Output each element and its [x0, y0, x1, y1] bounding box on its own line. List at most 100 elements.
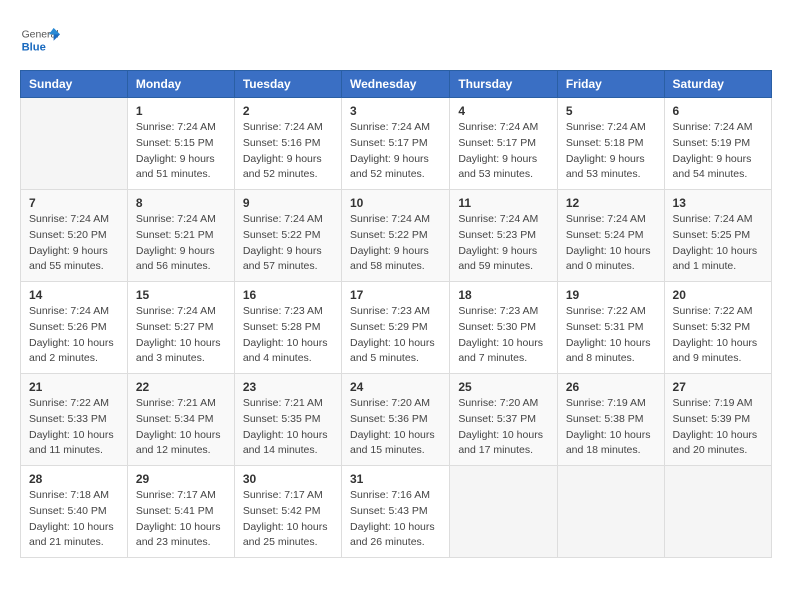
column-header-tuesday: Tuesday: [234, 71, 341, 98]
day-info: Sunrise: 7:24 AMSunset: 5:18 PMDaylight:…: [566, 120, 656, 183]
day-number: 7: [29, 196, 119, 210]
day-info: Sunrise: 7:24 AMSunset: 5:17 PMDaylight:…: [458, 120, 549, 183]
day-number: 21: [29, 380, 119, 394]
week-row-5: 28 Sunrise: 7:18 AMSunset: 5:40 PMDayligh…: [21, 466, 772, 558]
day-cell: 13Sunrise: 7:24 AMSunset: 5:25 PMDayligh…: [664, 190, 771, 282]
day-number: 23: [243, 380, 333, 394]
day-number: 26: [566, 380, 656, 394]
day-number: 17: [350, 288, 441, 302]
day-number: 1: [136, 104, 226, 118]
day-cell: [21, 98, 128, 190]
day-info: Sunrise: 7:21 AMSunset: 5:35 PMDaylight:…: [243, 396, 333, 459]
svg-text:Blue: Blue: [22, 41, 46, 53]
day-cell: 30 Sunrise: 7:17 AMSunset: 5:42 PMDayligh…: [234, 466, 341, 558]
day-number: 3: [350, 104, 441, 118]
day-cell: 8 Sunrise: 7:24 AMSunset: 5:21 PMDaylight…: [127, 190, 234, 282]
column-header-friday: Friday: [557, 71, 664, 98]
day-cell: 3 Sunrise: 7:24 AMSunset: 5:17 PMDaylight…: [341, 98, 449, 190]
column-header-sunday: Sunday: [21, 71, 128, 98]
day-info: Sunrise: 7:23 AMSunset: 5:29 PMDaylight:…: [350, 304, 441, 367]
page-header: General Blue: [20, 20, 772, 60]
day-cell: 27 Sunrise: 7:19 AMSunset: 5:39 PMDayligh…: [664, 374, 771, 466]
day-info: Sunrise: 7:24 AMSunset: 5:27 PMDaylight:…: [136, 304, 226, 367]
day-cell: 26 Sunrise: 7:19 AMSunset: 5:38 PMDayligh…: [557, 374, 664, 466]
column-header-saturday: Saturday: [664, 71, 771, 98]
day-number: 9: [243, 196, 333, 210]
calendar-header-row: SundayMondayTuesdayWednesdayThursdayFrid…: [21, 71, 772, 98]
day-number: 14: [29, 288, 119, 302]
day-info: Sunrise: 7:24 AMSunset: 5:16 PMDaylight:…: [243, 120, 333, 183]
day-cell: 5 Sunrise: 7:24 AMSunset: 5:18 PMDaylight…: [557, 98, 664, 190]
day-number: 12: [566, 196, 656, 210]
day-info: Sunrise: 7:24 AMSunset: 5:22 PMDaylight:…: [243, 212, 333, 275]
day-info: Sunrise: 7:24 AMSunset: 5:15 PMDaylight:…: [136, 120, 226, 183]
day-cell: 29 Sunrise: 7:17 AMSunset: 5:41 PMDayligh…: [127, 466, 234, 558]
day-info: Sunrise: 7:24 AMSunset: 5:22 PMDaylight:…: [350, 212, 441, 275]
day-cell: 7 Sunrise: 7:24 AMSunset: 5:20 PMDaylight…: [21, 190, 128, 282]
day-info: Sunrise: 7:21 AMSunset: 5:34 PMDaylight:…: [136, 396, 226, 459]
day-info: Sunrise: 7:18 AMSunset: 5:40 PMDaylight:…: [29, 488, 119, 551]
day-info: Sunrise: 7:20 AMSunset: 5:37 PMDaylight:…: [458, 396, 549, 459]
column-header-monday: Monday: [127, 71, 234, 98]
day-cell: 24 Sunrise: 7:20 AMSunset: 5:36 PMDayligh…: [341, 374, 449, 466]
day-number: 25: [458, 380, 549, 394]
day-cell: 4 Sunrise: 7:24 AMSunset: 5:17 PMDaylight…: [450, 98, 558, 190]
day-number: 6: [673, 104, 763, 118]
day-number: 20: [673, 288, 763, 302]
day-info: Sunrise: 7:19 AMSunset: 5:38 PMDaylight:…: [566, 396, 656, 459]
day-info: Sunrise: 7:22 AMSunset: 5:32 PMDaylight:…: [673, 304, 763, 367]
day-cell: 10 Sunrise: 7:24 AMSunset: 5:22 PMDayligh…: [341, 190, 449, 282]
day-cell: 31Sunrise: 7:16 AMSunset: 5:43 PMDayligh…: [341, 466, 449, 558]
day-cell: 16Sunrise: 7:23 AMSunset: 5:28 PMDayligh…: [234, 282, 341, 374]
day-number: 27: [673, 380, 763, 394]
day-info: Sunrise: 7:17 AMSunset: 5:42 PMDaylight:…: [243, 488, 333, 551]
day-cell: 6 Sunrise: 7:24 AMSunset: 5:19 PMDaylight…: [664, 98, 771, 190]
day-cell: 22 Sunrise: 7:21 AMSunset: 5:34 PMDayligh…: [127, 374, 234, 466]
day-info: Sunrise: 7:24 AMSunset: 5:17 PMDaylight:…: [350, 120, 441, 183]
day-info: Sunrise: 7:17 AMSunset: 5:41 PMDaylight:…: [136, 488, 226, 551]
column-header-wednesday: Wednesday: [341, 71, 449, 98]
day-info: Sunrise: 7:22 AMSunset: 5:33 PMDaylight:…: [29, 396, 119, 459]
day-cell: 15Sunrise: 7:24 AMSunset: 5:27 PMDayligh…: [127, 282, 234, 374]
week-row-3: 14 Sunrise: 7:24 AMSunset: 5:26 PMDayligh…: [21, 282, 772, 374]
day-number: 29: [136, 472, 226, 486]
day-cell: 9 Sunrise: 7:24 AMSunset: 5:22 PMDaylight…: [234, 190, 341, 282]
day-number: 2: [243, 104, 333, 118]
day-info: Sunrise: 7:24 AMSunset: 5:20 PMDaylight:…: [29, 212, 119, 275]
week-row-2: 7 Sunrise: 7:24 AMSunset: 5:20 PMDaylight…: [21, 190, 772, 282]
day-number: 30: [243, 472, 333, 486]
day-info: Sunrise: 7:24 AMSunset: 5:26 PMDaylight:…: [29, 304, 119, 367]
day-number: 5: [566, 104, 656, 118]
day-info: Sunrise: 7:20 AMSunset: 5:36 PMDaylight:…: [350, 396, 441, 459]
day-cell: 1 Sunrise: 7:24 AMSunset: 5:15 PMDaylight…: [127, 98, 234, 190]
day-cell: 19Sunrise: 7:22 AMSunset: 5:31 PMDayligh…: [557, 282, 664, 374]
day-info: Sunrise: 7:23 AMSunset: 5:28 PMDaylight:…: [243, 304, 333, 367]
day-cell: 17 Sunrise: 7:23 AMSunset: 5:29 PMDayligh…: [341, 282, 449, 374]
day-cell: 25 Sunrise: 7:20 AMSunset: 5:37 PMDayligh…: [450, 374, 558, 466]
day-number: 24: [350, 380, 441, 394]
logo: General Blue: [20, 20, 64, 60]
week-row-4: 21 Sunrise: 7:22 AMSunset: 5:33 PMDayligh…: [21, 374, 772, 466]
day-info: Sunrise: 7:24 AMSunset: 5:24 PMDaylight:…: [566, 212, 656, 275]
day-cell: [450, 466, 558, 558]
week-row-1: 1 Sunrise: 7:24 AMSunset: 5:15 PMDaylight…: [21, 98, 772, 190]
day-cell: [664, 466, 771, 558]
day-number: 28: [29, 472, 119, 486]
day-number: 13: [673, 196, 763, 210]
day-number: 22: [136, 380, 226, 394]
day-cell: 28 Sunrise: 7:18 AMSunset: 5:40 PMDayligh…: [21, 466, 128, 558]
day-number: 10: [350, 196, 441, 210]
day-number: 8: [136, 196, 226, 210]
day-info: Sunrise: 7:24 AMSunset: 5:19 PMDaylight:…: [673, 120, 763, 183]
day-cell: [557, 466, 664, 558]
day-cell: 18Sunrise: 7:23 AMSunset: 5:30 PMDayligh…: [450, 282, 558, 374]
day-cell: 2 Sunrise: 7:24 AMSunset: 5:16 PMDaylight…: [234, 98, 341, 190]
day-info: Sunrise: 7:19 AMSunset: 5:39 PMDaylight:…: [673, 396, 763, 459]
day-number: 19: [566, 288, 656, 302]
day-number: 4: [458, 104, 549, 118]
day-info: Sunrise: 7:23 AMSunset: 5:30 PMDaylight:…: [458, 304, 549, 367]
day-cell: 14 Sunrise: 7:24 AMSunset: 5:26 PMDayligh…: [21, 282, 128, 374]
day-info: Sunrise: 7:24 AMSunset: 5:23 PMDaylight:…: [458, 212, 549, 275]
day-info: Sunrise: 7:24 AMSunset: 5:21 PMDaylight:…: [136, 212, 226, 275]
day-cell: 21 Sunrise: 7:22 AMSunset: 5:33 PMDayligh…: [21, 374, 128, 466]
